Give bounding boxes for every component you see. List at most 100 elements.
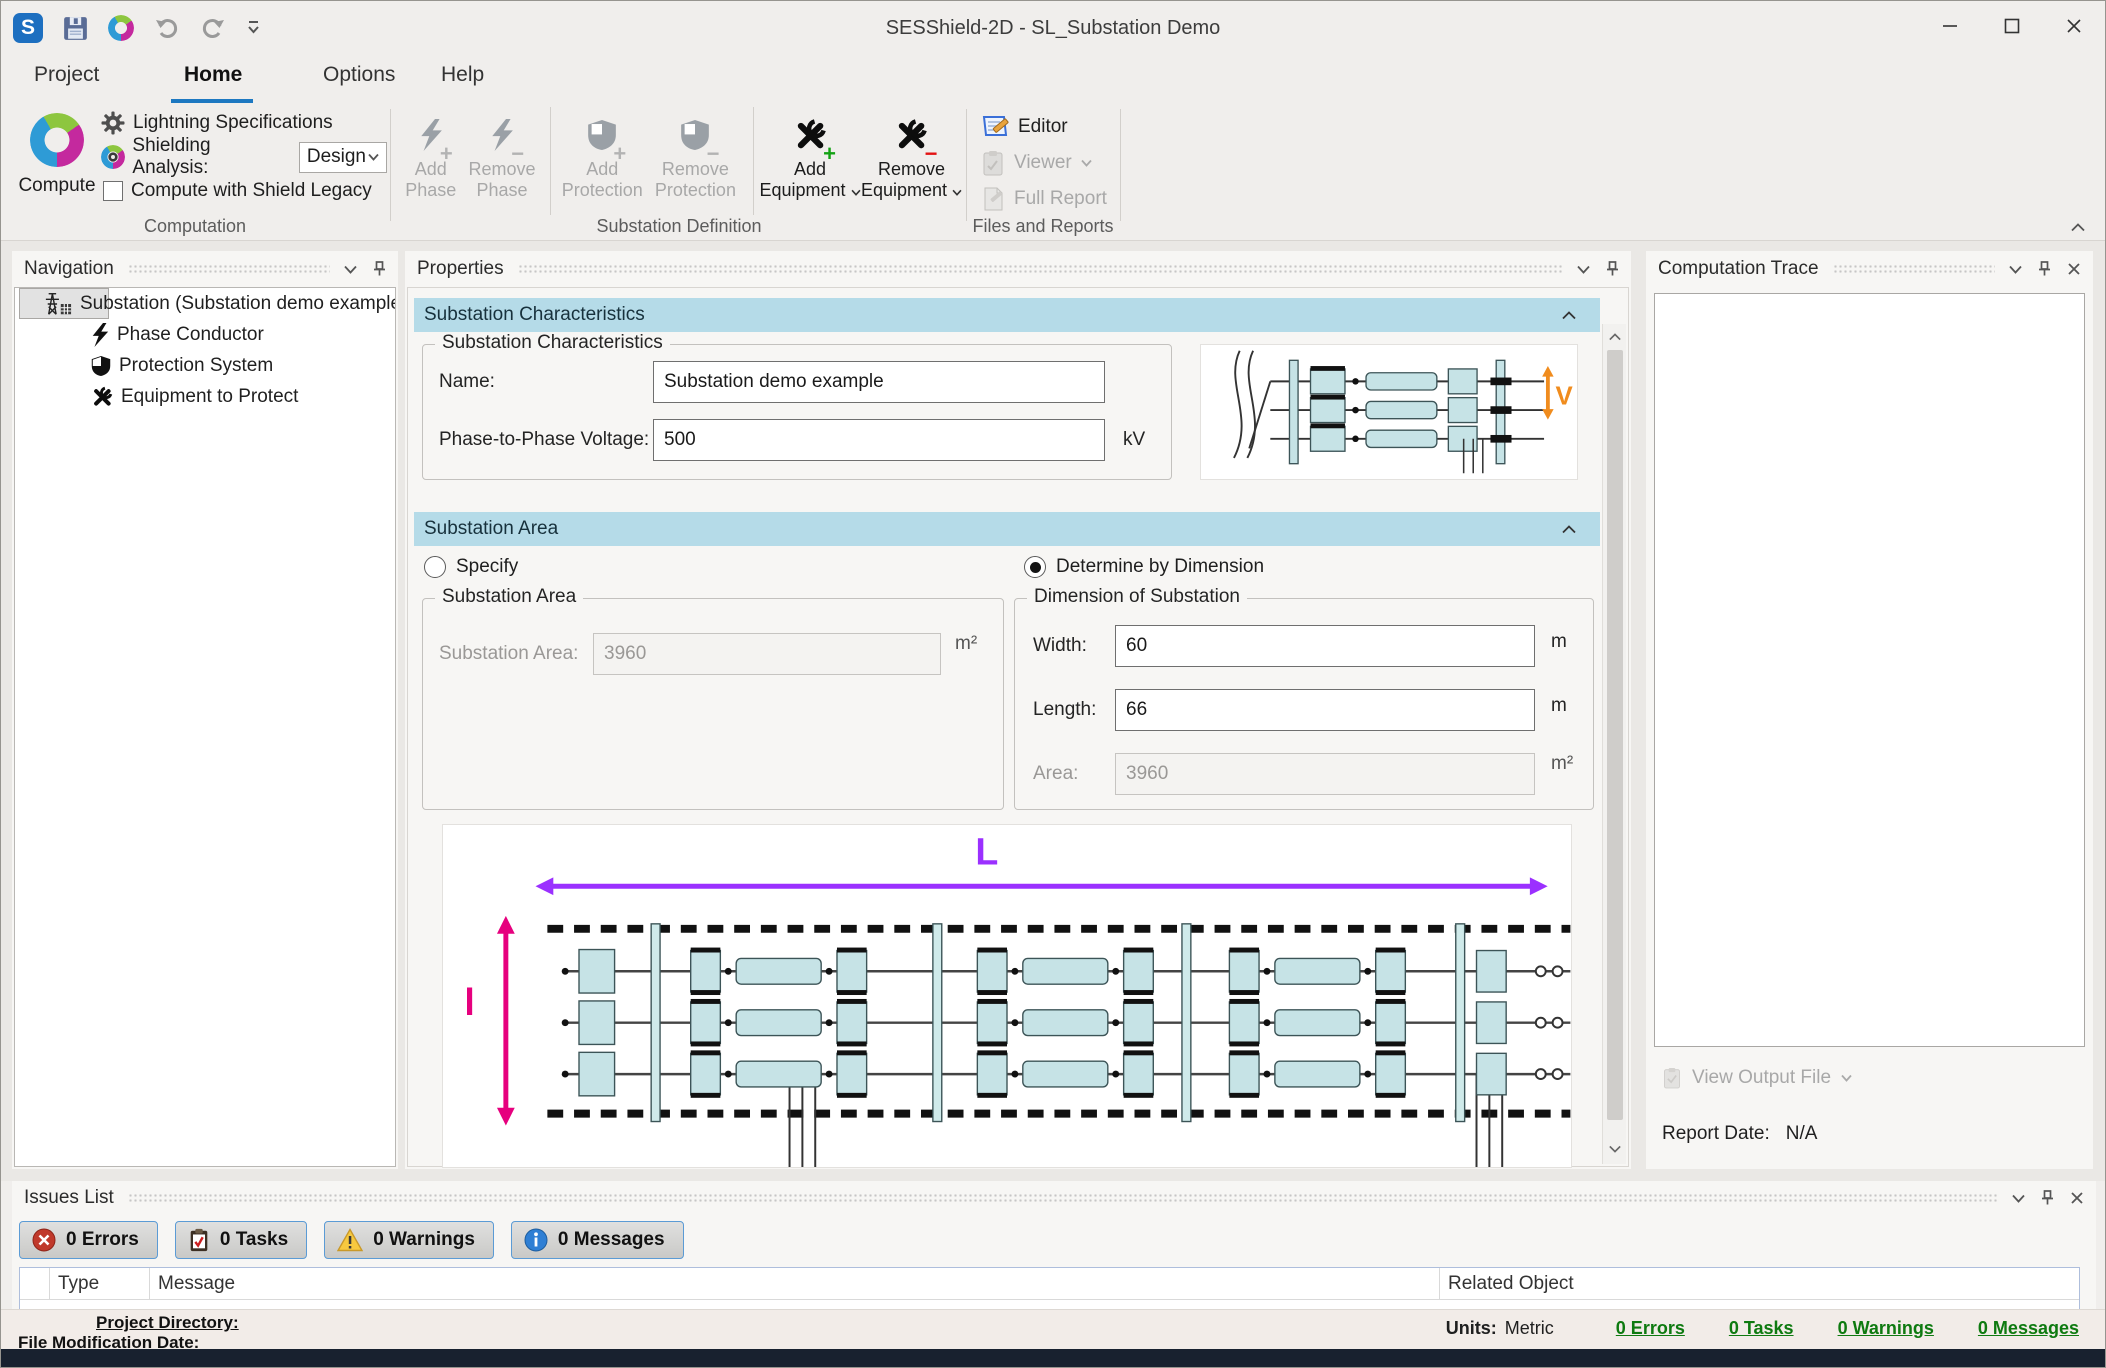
substation-tower-icon [44,291,72,317]
tab-help[interactable]: Help [441,63,484,87]
collapse-section-icon[interactable] [1562,525,1576,534]
save-icon[interactable] [63,16,88,41]
editor-button[interactable]: Editor [981,111,1119,143]
shielding-analysis-select[interactable]: Design [299,142,387,173]
chevron-down-icon[interactable] [344,265,357,274]
gear-icon [101,111,125,135]
tab-options[interactable]: Options [323,63,395,87]
pin-icon[interactable] [2041,1190,2054,1206]
collapse-section-icon[interactable] [1562,311,1576,320]
warnings-filter-button[interactable]: 0 Warnings [324,1221,494,1259]
compute-button[interactable]: Compute [15,107,99,213]
scrollbar-thumb[interactable] [1607,350,1623,1120]
name-input[interactable] [653,361,1105,403]
collapse-ribbon-icon[interactable] [2071,223,2085,232]
customize-toolbar-icon[interactable] [246,20,261,36]
pin-icon[interactable] [373,261,386,277]
chevron-down-icon[interactable] [2012,1194,2025,1203]
tree-item-protection-system[interactable]: Protection System [15,350,395,381]
section-substation-characteristics[interactable]: Substation Characteristics [414,298,1600,332]
tree-item-label: Equipment to Protect [121,386,298,408]
ribbon-divider [390,109,391,221]
issues-table: Type Message Related Object [19,1267,2080,1309]
trace-output-area[interactable] [1654,293,2085,1047]
maximize-button[interactable] [1981,1,2043,51]
project-directory-label[interactable]: Project Directory: [96,1313,239,1333]
report-document-icon [981,186,1005,212]
scroll-up-icon[interactable] [1609,332,1621,342]
add-phase-button[interactable]: + AddPhase [399,103,462,215]
legacy-checkbox[interactable] [103,181,123,201]
messages-filter-button[interactable]: 0 Messages [511,1221,684,1259]
computation-trace-panel: Computation Trace View Output File Repor… [1646,251,2093,1169]
width-input[interactable] [1115,625,1535,667]
close-panel-icon[interactable] [2067,262,2081,276]
chevron-down-icon[interactable] [2009,265,2022,274]
full-report-button[interactable]: Full Report [981,183,1119,215]
remove-phase-button[interactable]: − RemovePhase [462,103,541,215]
column-message[interactable]: Message [150,1268,1440,1299]
length-input[interactable] [1115,689,1535,731]
undo-icon[interactable] [154,16,180,40]
close-panel-icon[interactable] [2070,1191,2084,1205]
tree-item-substation[interactable]: Substation (Substation demo example) [19,288,109,319]
dimension-group-title: Dimension of Substation [1027,586,1247,608]
tools-remove-icon: − [894,111,928,159]
tools-add-icon: + [793,111,827,159]
warnings-link[interactable]: 0 Warnings [1838,1318,1934,1339]
remove-protection-button[interactable]: − RemoveProtection [646,103,745,215]
tab-project[interactable]: Project [34,63,99,87]
tasks-filter-button[interactable]: 0 Tasks [175,1221,307,1259]
redo-icon[interactable] [200,16,226,40]
width-label: Width: [1033,635,1087,657]
issues-table-header: Type Message Related Object [20,1268,2079,1300]
report-date-value: N/A [1786,1123,1818,1145]
view-output-file-label: View Output File [1692,1067,1831,1089]
remove-equipment-button[interactable]: − RemoveEquipment [858,103,965,215]
determine-by-dimension-radio[interactable]: Determine by Dimension [1024,556,1264,578]
lightning-add-icon: + [418,111,444,159]
tree-item-equipment-to-protect[interactable]: Equipment to Protect [15,381,395,412]
issues-list-header: Issues List [12,1181,2096,1215]
pin-icon[interactable] [2038,261,2051,277]
scroll-down-icon[interactable] [1609,1144,1621,1154]
properties-scrollbar[interactable] [1602,324,1626,1164]
compute-quick-icon[interactable] [108,15,134,41]
tree-item-phase-conductor[interactable]: Phase Conductor [15,319,395,350]
computation-trace-header: Computation Trace [1646,251,2093,287]
minimize-button[interactable] [1919,1,1981,51]
radio-circle [424,556,446,578]
pin-icon[interactable] [1606,261,1619,277]
panel-drag-texture[interactable] [128,1193,1998,1203]
tasks-link[interactable]: 0 Tasks [1729,1318,1794,1339]
panel-drag-texture[interactable] [1833,264,1995,274]
shield-icon [91,354,111,378]
specify-radio[interactable]: Specify [424,556,518,578]
add-protection-button[interactable]: + AddProtection [559,103,646,215]
viewer-button[interactable]: Viewer [981,147,1119,179]
error-icon [32,1228,56,1252]
close-button[interactable] [2043,1,2105,51]
tab-home[interactable]: Home [184,63,242,87]
column-type[interactable]: Type [50,1268,150,1299]
properties-title: Properties [417,258,504,280]
section-substation-area[interactable]: Substation Area [414,512,1600,546]
shield-remove-icon: − [680,111,710,159]
panel-drag-texture[interactable] [128,264,330,274]
report-date-row: Report Date: N/A [1662,1123,1817,1145]
errors-filter-button[interactable]: 0 Errors [19,1221,158,1259]
voltage-input[interactable] [653,419,1105,461]
voltage-label: Phase-to-Phase Voltage: [439,429,649,451]
length-L-label: L [975,831,998,873]
messages-link[interactable]: 0 Messages [1978,1318,2079,1339]
column-related-object[interactable]: Related Object [1440,1268,2079,1299]
title-bar: S SESShield-2D - SL_Substation Demo [1,1,2105,55]
errors-link[interactable]: 0 Errors [1616,1318,1685,1339]
add-equipment-button[interactable]: + AddEquipment [762,103,858,215]
panel-drag-texture[interactable] [518,264,1563,274]
properties-panel: Properties Substation Characteristics Su… [405,251,1631,1169]
chevron-down-icon [952,189,962,196]
radio-circle-selected [1024,556,1046,578]
view-output-file-button[interactable]: View Output File [1662,1067,1852,1089]
chevron-down-icon[interactable] [1577,265,1590,274]
